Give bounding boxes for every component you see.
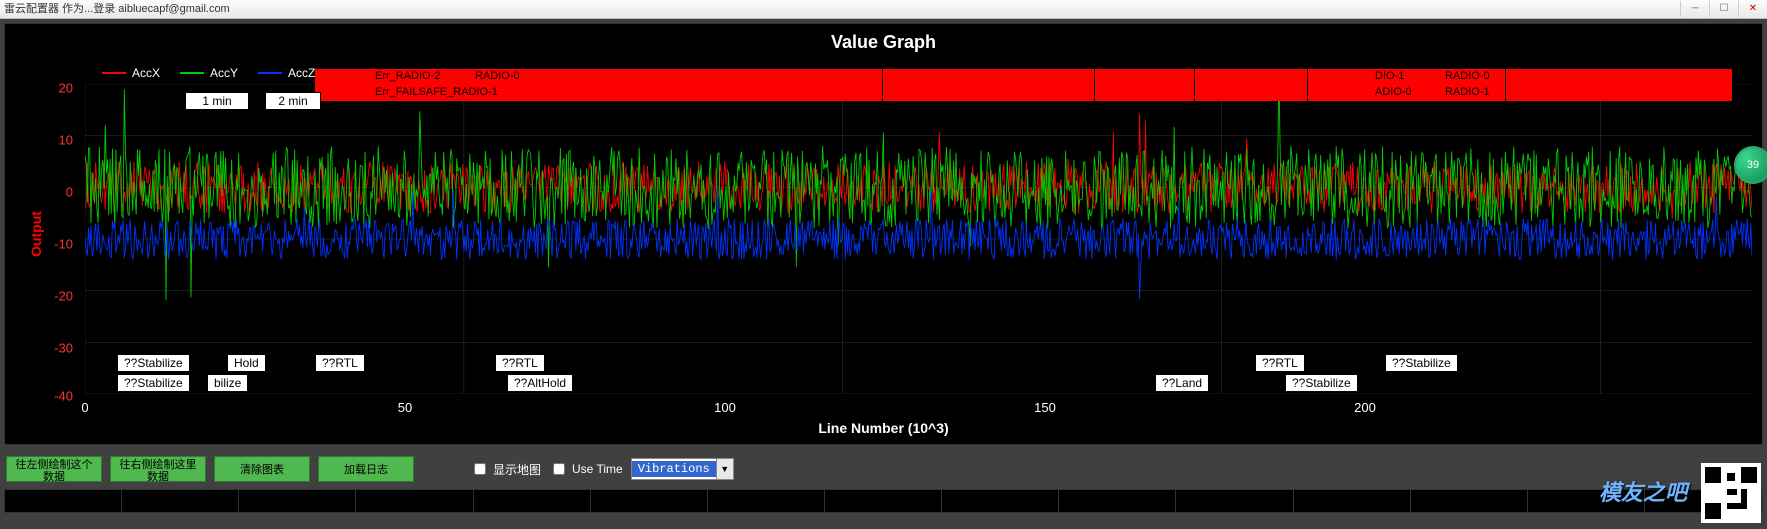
mode-marker: ??Stabilize	[1285, 374, 1358, 392]
legend-label: AccZ	[288, 66, 315, 80]
chart-title: Value Graph	[5, 32, 1762, 53]
error-label: Err_FAILSAFE_RADIO-1	[375, 86, 498, 98]
legend-label: AccY	[210, 66, 238, 80]
use-time-checkbox[interactable]: Use Time	[549, 460, 623, 478]
mode-marker: ??Stabilize	[117, 354, 190, 372]
mode-marker: ??Stabilize	[117, 374, 190, 392]
mode-marker: Hold	[227, 354, 266, 372]
show-map-label: 显示地图	[493, 461, 541, 478]
chart-container: Value Graph Output 20 10 0 -10 -20 -30 -…	[4, 23, 1763, 445]
legend-item-accx: AccX	[102, 66, 160, 80]
status-strip	[4, 489, 1763, 513]
plot-area[interactable]	[85, 84, 1752, 394]
error-label: RADIO-0	[1445, 70, 1490, 82]
y-tick: 10	[59, 133, 73, 148]
pan-right-button[interactable]: 往右侧绘制这里数据	[110, 456, 206, 482]
y-axis-label: Output	[28, 211, 44, 257]
legend: AccX AccY AccZ	[102, 66, 315, 80]
legend-swatch-icon	[180, 72, 204, 74]
mode-marker: ??AltHold	[507, 374, 573, 392]
mode-marker: ??Land	[1155, 374, 1209, 392]
y-tick: -10	[54, 237, 73, 252]
plot-svg	[85, 84, 1752, 394]
clear-chart-button[interactable]: 清除图表	[214, 456, 310, 482]
maximize-button[interactable]: ☐	[1709, 1, 1738, 17]
x-tick: 100	[714, 400, 736, 415]
y-tick: -40	[54, 389, 73, 404]
error-label: RADIO-1	[1445, 86, 1490, 98]
show-map-checkbox-input[interactable]	[474, 463, 486, 475]
legend-label: AccX	[132, 66, 160, 80]
legend-item-accz: AccZ	[258, 66, 315, 80]
error-label: Err_RADIO-2	[375, 70, 440, 82]
bottom-toolbar: 往左侧绘制这个数据 往右侧绘制这里数据 清除图表 加载日志 显示地图 Use T…	[0, 449, 1767, 489]
time-range-2min-button[interactable]: 2 min	[265, 92, 321, 110]
mode-marker: bilize	[207, 374, 248, 392]
y-tick: -30	[54, 341, 73, 356]
badge-indicator[interactable]: 39	[1734, 146, 1767, 184]
y-tick: 20	[59, 81, 73, 96]
legend-swatch-icon	[258, 72, 282, 74]
badge-value: 39	[1747, 159, 1759, 171]
x-tick: 0	[81, 400, 88, 415]
y-tick: 0	[66, 185, 73, 200]
close-button[interactable]: ✕	[1738, 1, 1767, 17]
load-log-button[interactable]: 加载日志	[318, 456, 414, 482]
time-range-1min-button[interactable]: 1 min	[185, 92, 249, 110]
use-time-checkbox-input[interactable]	[553, 463, 565, 475]
dropdown-selected-value: Vibrations	[632, 461, 716, 477]
legend-swatch-icon	[102, 72, 126, 74]
error-label: RADIO-0	[475, 70, 520, 82]
chevron-down-icon: ▼	[716, 459, 733, 479]
mode-marker: ??RTL	[1255, 354, 1305, 372]
mode-marker: ??RTL	[495, 354, 545, 372]
y-tick: -20	[54, 289, 73, 304]
qr-code-icon	[1701, 463, 1761, 523]
pan-left-button[interactable]: 往左侧绘制这个数据	[6, 456, 102, 482]
x-axis-label: Line Number (10^3)	[5, 420, 1762, 436]
error-label: ADIO-0	[1375, 86, 1412, 98]
x-tick: 50	[398, 400, 412, 415]
x-tick: 200	[1354, 400, 1376, 415]
use-time-label: Use Time	[572, 462, 623, 476]
series-dropdown[interactable]: Vibrations ▼	[631, 458, 734, 480]
mode-marker: ??Stabilize	[1385, 354, 1458, 372]
window-controls: ─ ☐ ✕	[1680, 1, 1767, 17]
error-band: Err_RADIO-2 RADIO-0 DIO-1 RADIO-0 Err_FA…	[315, 69, 1732, 101]
window-title: 雷云配置器 作为...登录 aibluecapf@gmail.com	[4, 0, 230, 18]
x-tick: 150	[1034, 400, 1056, 415]
show-map-checkbox[interactable]: 显示地图	[470, 460, 541, 478]
watermark-text: 模友之吧	[1599, 475, 1687, 507]
mode-marker: ??RTL	[315, 354, 365, 372]
error-label: DIO-1	[1375, 70, 1404, 82]
legend-item-accy: AccY	[180, 66, 238, 80]
window-titlebar: 雷云配置器 作为...登录 aibluecapf@gmail.com ─ ☐ ✕	[0, 0, 1767, 19]
minimize-button[interactable]: ─	[1680, 1, 1709, 17]
